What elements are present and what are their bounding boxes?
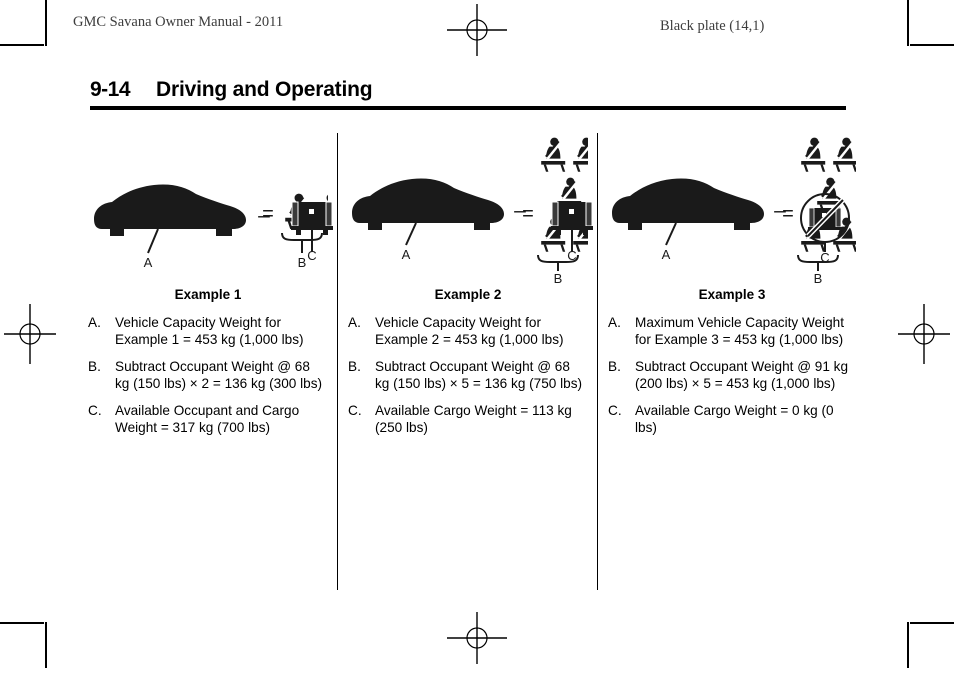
svg-text:C: C [307, 248, 316, 260]
list-item: A. Maximum Vehicle Capacity Weight for E… [608, 315, 856, 348]
item-text: Available Cargo Weight = 0 kg (0 lbs) [635, 403, 834, 435]
svg-text:=: = [262, 203, 274, 225]
seated-occupant-seatbelt-icon [833, 137, 856, 172]
list-item: C. Available Cargo Weight = 113 kg (250 … [348, 403, 588, 436]
equals-sign-1: = [256, 200, 280, 231]
column-divider-1 [337, 133, 338, 590]
svg-text:=: = [782, 203, 794, 225]
page-number: 9-14 [90, 78, 131, 101]
svg-text:A: A [662, 247, 671, 262]
seated-occupant-seatbelt-icon [573, 137, 588, 172]
example-title: Example 3 [698, 287, 766, 302]
item-label: A. [348, 315, 361, 330]
example-title: Example 1 [174, 287, 242, 302]
cargo-box-icon-1: C [289, 198, 335, 265]
item-label: B. [88, 359, 101, 374]
car-silhouette-icon [612, 178, 764, 230]
seated-occupant-seatbelt-icon [541, 137, 566, 172]
crop-mark-bottom-right-horizontal [910, 622, 954, 624]
list-item: A. Vehicle Capacity Weight for Example 2… [348, 315, 588, 348]
car-silhouette-icon [352, 178, 504, 230]
page-title-block: 9-14 Driving and Operating [90, 78, 846, 110]
list-item: B. Subtract Occupant Weight @ 68 kg (150… [348, 359, 588, 392]
svg-text:=: = [522, 203, 534, 225]
running-header: GMC Savana Owner Manual - 2011 Black pla… [0, 14, 954, 36]
svg-text:A: A [144, 255, 153, 270]
svg-text:C: C [567, 248, 576, 260]
item-label: C. [608, 403, 622, 418]
column-divider-2 [597, 133, 598, 590]
item-label: C. [88, 403, 102, 418]
item-text: Subtract Occupant Weight @ 68 kg (150 lb… [375, 359, 583, 391]
svg-text:A: A [402, 247, 411, 262]
manual-title-text: GMC Savana Owner Manual - 2011 [73, 14, 284, 30]
registration-mark-bottom [447, 608, 507, 668]
crop-mark-top-right-horizontal [910, 44, 954, 46]
crop-mark-bottom-left-horizontal [0, 622, 44, 624]
item-label: B. [348, 359, 361, 374]
svg-text:B: B [814, 271, 823, 283]
item-label: A. [88, 315, 101, 330]
page-title: Driving and Operating [156, 78, 373, 101]
svg-text:C: C [820, 250, 829, 262]
list-item: A. Vehicle Capacity Weight for Example 1… [88, 315, 328, 348]
crop-mark-bottom-left-vertical [45, 622, 47, 668]
list-item: C. Available Cargo Weight = 0 kg (0 lbs) [608, 403, 856, 436]
item-text: Available Occupant and Cargo Weight = 31… [115, 403, 300, 435]
car-silhouette-icon [94, 184, 246, 236]
cargo-box-prohibited-icon: C [798, 190, 856, 267]
crop-mark-top-left-horizontal [0, 44, 44, 46]
list-item: C. Available Occupant and Cargo Weight =… [88, 403, 328, 436]
title-rule [90, 106, 846, 110]
list-item: B. Subtract Occupant Weight @ 68 kg (150… [88, 359, 328, 392]
item-text: Maximum Vehicle Capacity Weight for Exam… [635, 315, 845, 347]
example-title: Example 2 [434, 287, 502, 302]
crop-mark-bottom-right-vertical [907, 622, 909, 668]
equals-sign-2: = [516, 200, 540, 231]
item-label: B. [608, 359, 621, 374]
item-text: Available Cargo Weight = 113 kg (250 lbs… [375, 403, 572, 435]
item-text: Vehicle Capacity Weight for Example 1 = … [115, 315, 304, 347]
item-text: Vehicle Capacity Weight for Example 2 = … [375, 315, 564, 347]
seated-occupant-seatbelt-icon [801, 137, 826, 172]
list-item: B. Subtract Occupant Weight @ 91 kg (200… [608, 359, 856, 392]
black-plate-note: Black plate (14,1) [660, 18, 765, 34]
item-label: A. [608, 315, 621, 330]
cargo-box-icon-2: C [549, 198, 595, 265]
svg-text:B: B [554, 271, 563, 283]
equals-sign-3: = [776, 200, 800, 231]
item-text: Subtract Occupant Weight @ 68 kg (150 lb… [115, 359, 323, 391]
item-text: Subtract Occupant Weight @ 91 kg (200 lb… [635, 359, 849, 391]
item-label: C. [348, 403, 362, 418]
